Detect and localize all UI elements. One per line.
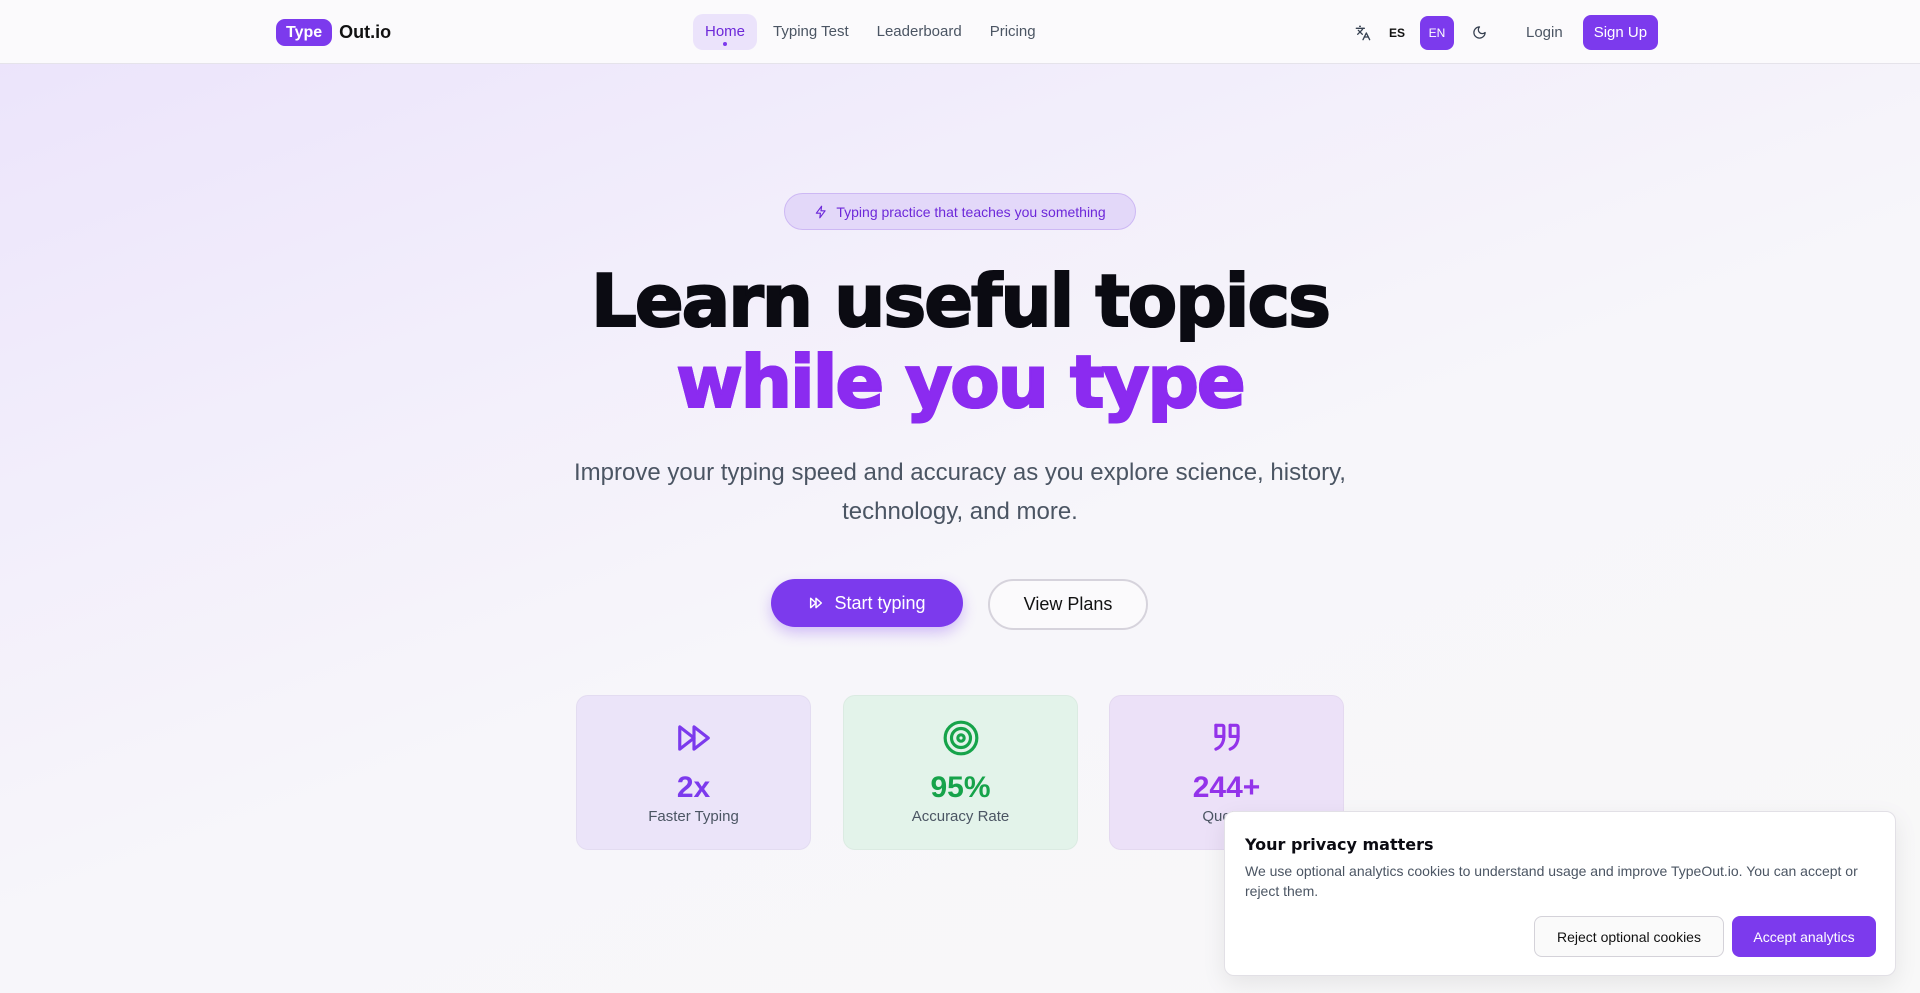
cookie-description: We use optional analytics cookies to und… — [1245, 863, 1858, 899]
fast-forward-icon — [808, 595, 824, 611]
nav-leaderboard[interactable]: Leaderboard — [865, 14, 974, 50]
hero-tagline-pill: Typing practice that teaches you somethi… — [784, 193, 1136, 230]
logo-text: Out.io — [339, 22, 392, 42]
logo[interactable]: Type Out.io — [276, 19, 391, 46]
stat-card-accuracy: 95% Accuracy Rate — [843, 695, 1078, 850]
lang-es-button[interactable]: ES — [1380, 16, 1414, 50]
hero-title-line1: Learn useful topics — [590, 259, 1332, 343]
translate-icon — [1352, 16, 1374, 50]
logo-badge: Type — [276, 19, 333, 46]
stat-value: 244+ — [1192, 771, 1261, 804]
stat-label: Accuracy Rate — [911, 808, 1010, 825]
accept-analytics-button[interactable]: Accept analytics — [1732, 916, 1876, 957]
top-navbar: Type Out.io Home Typing Test Leaderboard… — [0, 0, 1920, 64]
stat-card-speed: 2x Faster Typing — [576, 695, 811, 850]
hero-subtitle: Improve your typing speed and accuracy a… — [574, 459, 1346, 525]
header-tools: ES EN Login Sign Up — [1352, 15, 1659, 50]
stat-value: 95% — [930, 771, 991, 804]
quote-icon — [1110, 719, 1343, 757]
fast-forward-icon — [577, 719, 810, 757]
stat-value: 2x — [676, 771, 711, 804]
main-nav: Home Typing Test Leaderboard Pricing — [693, 14, 1052, 50]
login-button[interactable]: Login — [1516, 16, 1573, 50]
start-typing-label: Start typing — [834, 592, 926, 613]
hero-tagline-text: Typing practice that teaches you somethi… — [836, 203, 1106, 220]
stat-label: Faster Typing — [648, 808, 739, 825]
view-plans-button[interactable]: View Plans — [988, 579, 1148, 630]
reject-cookies-button[interactable]: Reject optional cookies — [1534, 916, 1724, 957]
lang-en-button[interactable]: EN — [1420, 15, 1454, 50]
nav-home[interactable]: Home — [693, 14, 758, 50]
start-typing-button[interactable]: Start typing — [771, 579, 963, 627]
hero-title-line2: while you type — [0, 341, 1920, 423]
signup-button[interactable]: Sign Up — [1582, 15, 1659, 50]
target-icon — [844, 719, 1077, 757]
lightning-icon — [814, 205, 828, 219]
moon-icon[interactable] — [1468, 16, 1490, 50]
cookie-title: Your privacy matters — [1245, 835, 1434, 854]
nav-typing-test[interactable]: Typing Test — [761, 14, 861, 50]
nav-pricing[interactable]: Pricing — [978, 14, 1048, 50]
cookie-consent-banner: Your privacy matters We use optional ana… — [1224, 811, 1896, 976]
